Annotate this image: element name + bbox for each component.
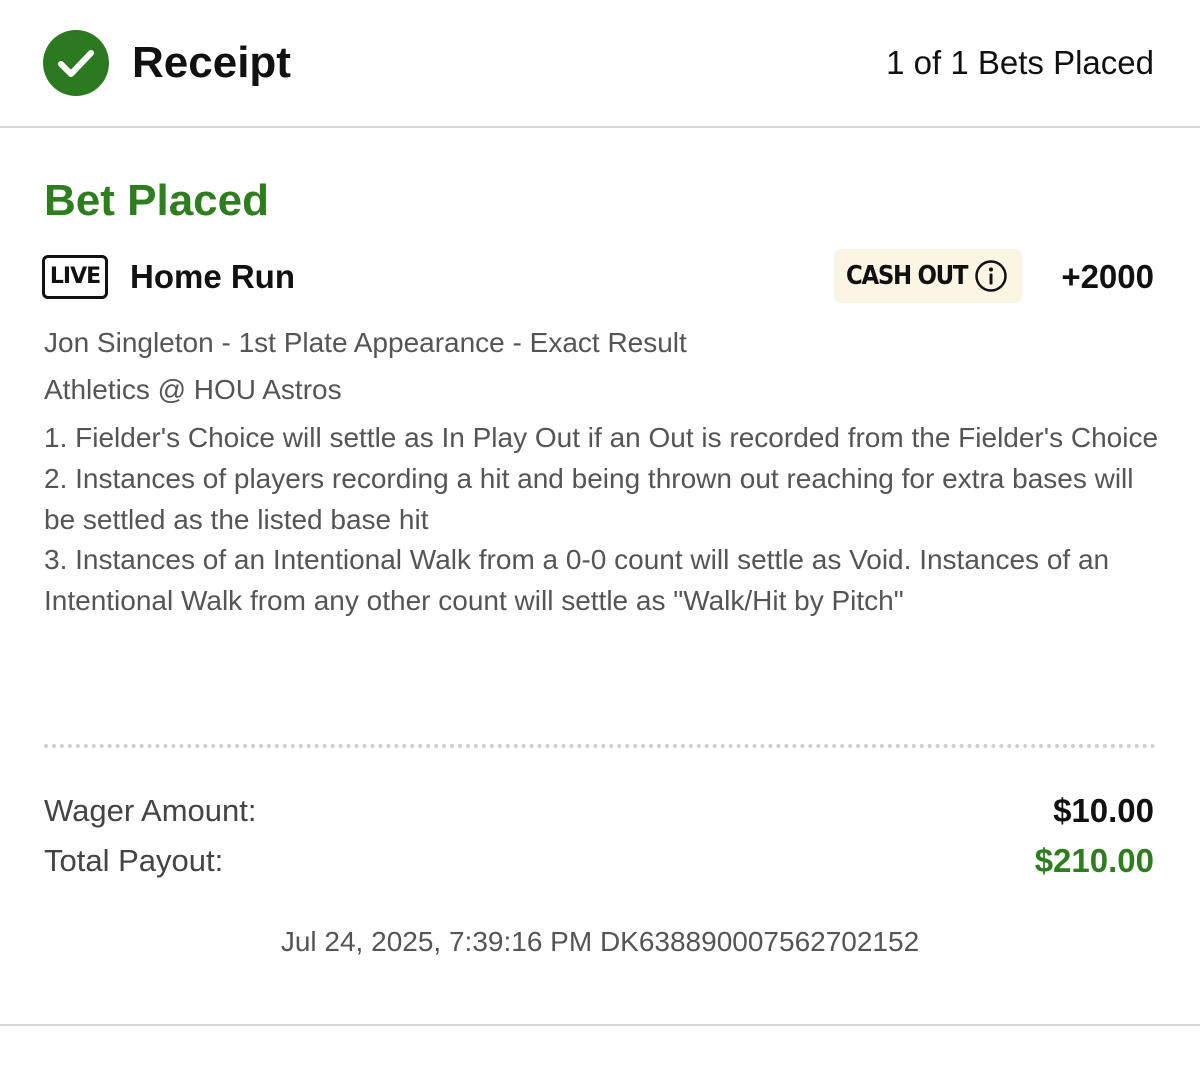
total-payout-label: Total Payout: (44, 843, 224, 878)
dotted-divider (44, 744, 1156, 748)
rule-item: 1. Fielder's Choice will settle as In Pl… (44, 422, 1159, 453)
check-circle-icon (43, 30, 109, 96)
live-badge: LIVE (42, 255, 108, 299)
receipt-title: Receipt (132, 38, 291, 87)
bet-odds: +2000 (1061, 258, 1154, 295)
rule-item: 3. Instances of an Intentional Walk from… (44, 544, 1110, 617)
cash-out-button[interactable]: CASH OUT (834, 249, 1022, 303)
bottom-divider (0, 1024, 1200, 1026)
total-payout-value: $210.00 (1034, 842, 1154, 879)
bet-selection: Jon Singleton - 1st Plate Appearance - E… (44, 327, 687, 358)
rule-item: 2. Instances of players recording a hit … (44, 462, 1134, 535)
bet-status: Bet Placed (44, 176, 269, 225)
info-icon[interactable] (974, 259, 1008, 293)
receipt-header: Receipt 1 of 1 Bets Placed (0, 0, 1200, 128)
bet-rules: 1. Fielder's Choice will settle as In Pl… (44, 418, 1162, 622)
cash-out-label: CASH OUT (846, 261, 968, 291)
bet-timestamp-id: Jul 24, 2025, 7:39:16 PM DK6388900075627… (280, 926, 920, 957)
bets-placed-count: 1 of 1 Bets Placed (886, 44, 1154, 81)
bet-event: Athletics @ HOU Astros (44, 374, 342, 405)
wager-amount-label: Wager Amount: (44, 793, 257, 828)
bet-type: Home Run (130, 258, 295, 295)
wager-amount-value: $10.00 (1053, 792, 1154, 829)
